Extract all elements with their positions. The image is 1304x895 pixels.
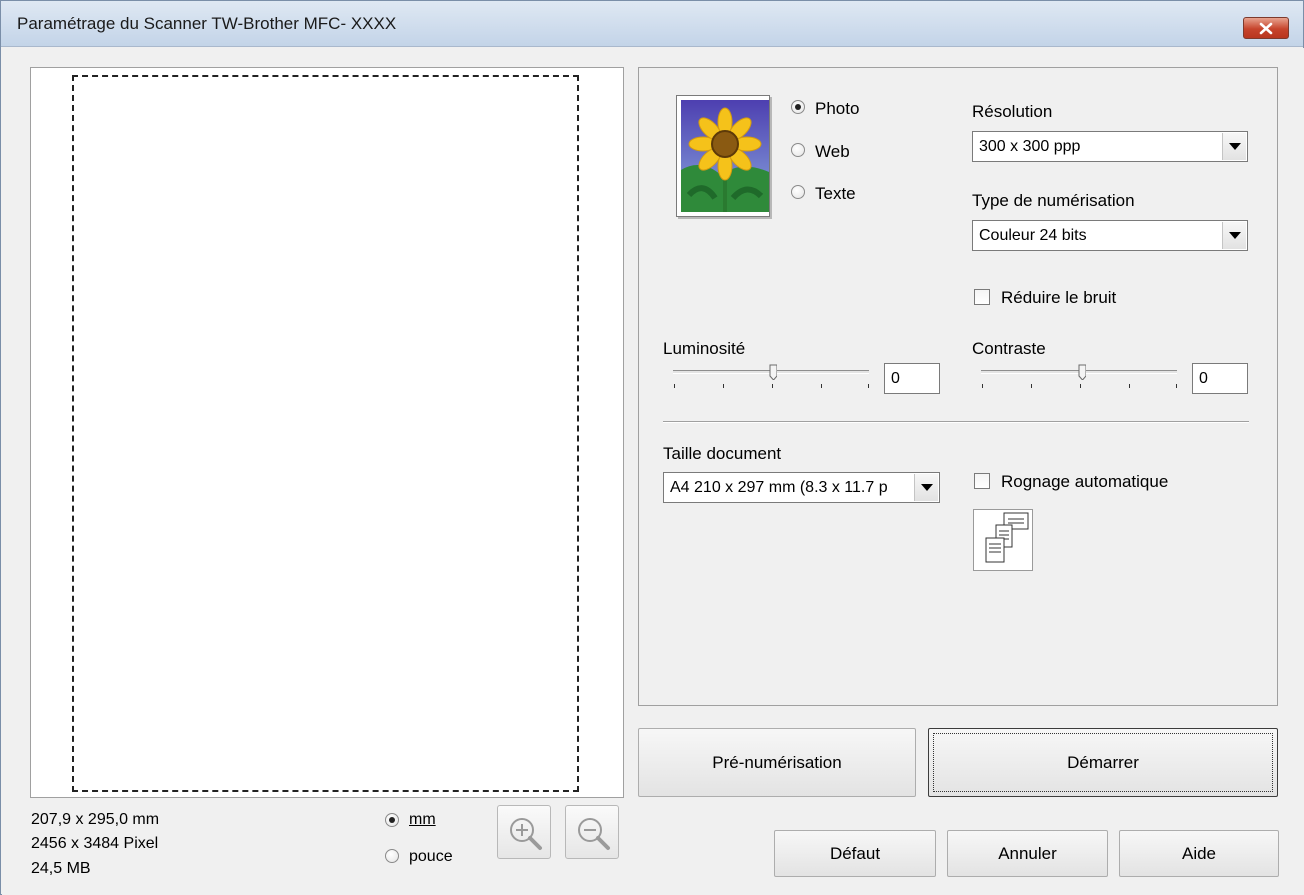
zoom-out-icon — [578, 818, 610, 850]
scan-dimensions-mm: 207,9 x 295,0 mm — [31, 811, 160, 828]
mode-web-label: Web — [815, 142, 850, 161]
scanner-settings-window: Paramétrage du Scanner TW-Brother MFC- X… — [0, 0, 1304, 895]
brightness-slider-thumb[interactable] — [769, 364, 777, 380]
resolution-dropdown-arrow[interactable] — [1222, 133, 1246, 160]
sunflower-icon — [681, 100, 769, 212]
scan-type-label: Type de numérisation — [972, 191, 1135, 210]
help-button[interactable]: Aide — [1119, 830, 1279, 877]
chevron-down-icon — [1229, 143, 1241, 150]
scan-dimensions-pixels: 2456 x 3484 Pixel — [31, 835, 159, 852]
unit-inch-label: pouce — [409, 848, 453, 865]
photo-preview-thumbnail — [676, 95, 770, 217]
separator — [663, 421, 1249, 423]
resolution-label: Résolution — [972, 102, 1053, 121]
noise-reduction-checkbox[interactable] — [974, 289, 990, 305]
mode-web-radio[interactable] — [791, 143, 805, 157]
mode-text-radio[interactable] — [791, 185, 805, 199]
contrast-tick — [1129, 384, 1130, 388]
title-bar[interactable]: Paramétrage du Scanner TW-Brother MFC- X… — [1, 1, 1303, 47]
brightness-value-field[interactable]: 0 — [884, 363, 940, 394]
brightness-tick — [723, 384, 724, 388]
brightness-tick — [772, 384, 773, 388]
cancel-button-label: Annuler — [998, 844, 1057, 863]
contrast-tick — [982, 384, 983, 388]
dialog-body: 207,9 x 295,0 mm 2456 x 3484 Pixel 24,5 … — [2, 48, 1304, 895]
document-size-value: A4 210 x 297 mm (8.3 x 11.7 p — [670, 479, 888, 496]
default-button-label: Défaut — [829, 844, 881, 863]
contrast-value: 0 — [1199, 370, 1208, 387]
documents-icon — [985, 512, 1029, 563]
brightness-tick — [868, 384, 869, 388]
resolution-value: 300 x 300 ppp — [979, 138, 1081, 155]
scan-type-select[interactable]: Couleur 24 bits — [972, 220, 1248, 251]
noise-reduction-label: Réduire le bruit — [1001, 288, 1117, 307]
auto-crop-label: Rognage automatique — [1001, 472, 1169, 491]
scan-file-size: 24,5 MB — [31, 860, 91, 877]
scan-type-dropdown-arrow[interactable] — [1222, 222, 1246, 249]
document-size-label: Taille document — [663, 444, 782, 463]
chevron-down-icon — [921, 484, 933, 491]
cancel-button[interactable]: Annuler — [947, 830, 1108, 877]
mode-text-label: Texte — [815, 184, 856, 203]
contrast-tick — [1031, 384, 1032, 388]
close-button[interactable] — [1243, 17, 1289, 39]
resolution-select[interactable]: 300 x 300 ppp — [972, 131, 1248, 162]
default-button[interactable]: Défaut — [774, 830, 936, 877]
start-button[interactable]: Démarrer — [928, 728, 1278, 797]
brightness-label: Luminosité — [663, 339, 746, 358]
unit-inch-radio[interactable] — [385, 849, 399, 863]
contrast-slider-thumb[interactable] — [1078, 364, 1086, 380]
unit-mm-radio[interactable] — [385, 813, 399, 827]
document-size-select[interactable]: A4 210 x 297 mm (8.3 x 11.7 p — [663, 472, 940, 503]
zoom-out-button[interactable] — [565, 805, 619, 859]
prescan-button[interactable]: Pré-numérisation — [638, 728, 916, 797]
unit-mm-label: mm — [409, 811, 436, 828]
contrast-tick — [1080, 384, 1081, 388]
help-button-label: Aide — [1181, 844, 1217, 863]
brightness-tick — [821, 384, 822, 388]
document-size-dropdown-arrow[interactable] — [914, 474, 938, 501]
multi-document-icon — [973, 509, 1033, 571]
preview-area[interactable] — [30, 67, 624, 798]
contrast-tick — [1176, 384, 1177, 388]
brightness-value: 0 — [891, 370, 900, 387]
mode-photo-radio[interactable] — [791, 100, 805, 114]
brightness-tick — [674, 384, 675, 388]
contrast-value-field[interactable]: 0 — [1192, 363, 1248, 394]
zoom-in-icon — [510, 818, 542, 850]
contrast-label: Contraste — [972, 339, 1046, 358]
chevron-down-icon — [1229, 232, 1241, 239]
zoom-in-button[interactable] — [497, 805, 551, 859]
auto-crop-checkbox[interactable] — [974, 473, 990, 489]
close-icon — [1259, 22, 1273, 35]
scan-area-frame[interactable] — [72, 75, 579, 792]
start-button-label: Démarrer — [1067, 753, 1139, 772]
mode-photo-label: Photo — [815, 99, 860, 118]
prescan-button-label: Pré-numérisation — [712, 753, 842, 772]
scan-type-value: Couleur 24 bits — [979, 227, 1087, 244]
window-title: Paramétrage du Scanner TW-Brother MFC- X… — [17, 14, 397, 33]
